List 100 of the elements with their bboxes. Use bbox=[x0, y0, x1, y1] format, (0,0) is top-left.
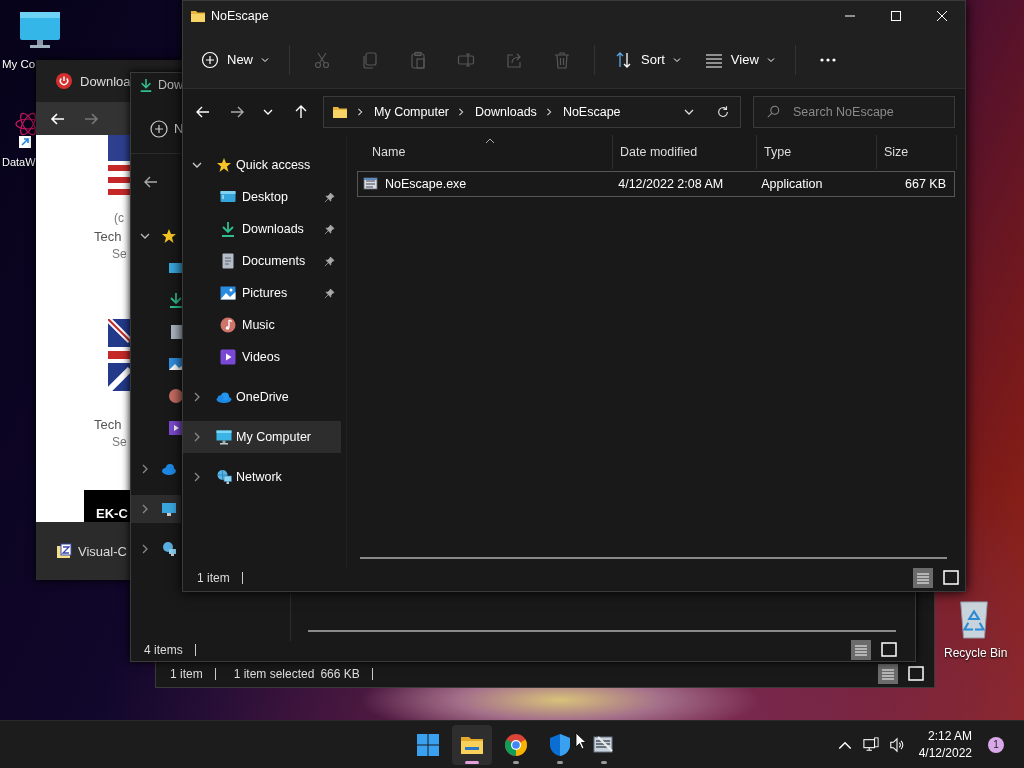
close-icon bbox=[937, 11, 947, 21]
chevron-down-icon[interactable] bbox=[263, 107, 273, 117]
pin-icon[interactable] bbox=[324, 287, 335, 299]
tiles-view-button[interactable] bbox=[941, 568, 961, 588]
sort-caret-icon bbox=[484, 138, 495, 144]
search-field[interactable]: Search NoEscape bbox=[753, 96, 955, 128]
status-text: 4 items bbox=[144, 643, 183, 657]
forward-icon[interactable] bbox=[229, 104, 245, 120]
picture-icon bbox=[220, 285, 236, 301]
chevron-down-icon[interactable] bbox=[192, 160, 202, 170]
table-cell: 667 KB bbox=[905, 177, 946, 191]
clock[interactable]: 2:12 AM 4/12/2022 bbox=[918, 727, 972, 762]
page-text: Se bbox=[112, 435, 127, 449]
column-header[interactable]: Name bbox=[357, 135, 613, 169]
desktop-icon bbox=[168, 260, 184, 276]
maximize-icon bbox=[891, 11, 901, 21]
pin-icon[interactable] bbox=[324, 223, 335, 235]
cloud-icon bbox=[161, 461, 177, 477]
status-text: 1 item bbox=[170, 667, 203, 681]
tree-item[interactable]: Videos bbox=[183, 341, 341, 373]
tree-item[interactable]: OneDrive bbox=[183, 381, 341, 413]
shield-icon bbox=[548, 732, 573, 757]
download-item[interactable]: Visual-C bbox=[78, 543, 127, 559]
window-title: Dow bbox=[158, 78, 183, 92]
tiles-view-button[interactable] bbox=[879, 640, 899, 660]
tree-item[interactable]: Pictures bbox=[183, 277, 341, 309]
chevron-down-icon[interactable] bbox=[684, 107, 694, 117]
chevron-down-icon[interactable] bbox=[140, 231, 150, 241]
network-icon[interactable] bbox=[862, 736, 879, 753]
explorer-taskbar-button[interactable] bbox=[452, 724, 493, 765]
view-button[interactable]: View bbox=[696, 41, 783, 78]
file-row[interactable]: NoEscape.exe 4/12/2022 2:08 AM Application 667 KB bbox=[357, 171, 955, 197]
tree-item[interactable]: My Computer bbox=[183, 421, 341, 453]
back-icon[interactable] bbox=[50, 110, 66, 127]
page-text: (c bbox=[114, 211, 124, 225]
chevron-right-icon[interactable] bbox=[192, 432, 202, 442]
column-header[interactable]: Date modified bbox=[613, 135, 757, 169]
download-icon bbox=[139, 78, 153, 92]
pin-icon[interactable] bbox=[324, 255, 335, 267]
breadcrumb[interactable]: NoEscape bbox=[562, 105, 621, 119]
page-heading: Tech bbox=[94, 229, 122, 244]
table-cell: Application bbox=[761, 177, 823, 191]
tree-item[interactable]: Documents bbox=[183, 245, 341, 277]
document-icon bbox=[220, 253, 236, 269]
status-text: 1 item selected bbox=[233, 667, 315, 681]
caret-icon bbox=[766, 55, 775, 64]
chevron-right-icon[interactable] bbox=[140, 544, 150, 554]
chevron-right-icon[interactable] bbox=[140, 504, 150, 514]
desktop-icon bbox=[220, 189, 236, 205]
plus-icon[interactable] bbox=[150, 120, 168, 138]
desktop-icon-label[interactable]: My Co bbox=[2, 58, 36, 70]
file-name: NoEscape.exe bbox=[385, 177, 467, 191]
video-icon bbox=[220, 349, 236, 365]
download-icon bbox=[168, 292, 184, 308]
new-button[interactable]: N bbox=[174, 121, 184, 136]
active-indicator bbox=[465, 760, 480, 764]
status-text: 666 KB bbox=[320, 667, 360, 681]
globe-icon bbox=[216, 469, 232, 485]
details-view-button[interactable] bbox=[851, 640, 871, 660]
monitor-icon bbox=[161, 501, 177, 517]
sort-button[interactable]: Sort bbox=[607, 41, 689, 78]
breadcrumb[interactable]: Downloads bbox=[475, 105, 537, 119]
tab-title[interactable]: Downloa bbox=[80, 73, 131, 89]
column-header[interactable]: Size bbox=[877, 135, 957, 169]
tree-item[interactable]: Downloads bbox=[183, 213, 341, 245]
details-view-button[interactable] bbox=[878, 664, 898, 684]
running-indicator bbox=[557, 760, 564, 764]
scrollbar[interactable] bbox=[360, 557, 947, 559]
new-button[interactable]: New bbox=[193, 41, 277, 78]
chevron-right-icon[interactable] bbox=[192, 392, 202, 402]
tree-item[interactable]: Music bbox=[183, 309, 341, 341]
notification-badge[interactable]: 1 bbox=[988, 736, 1004, 753]
monitor-icon[interactable] bbox=[18, 10, 62, 50]
breadcrumb[interactable]: My Computer bbox=[374, 105, 450, 119]
back-icon[interactable] bbox=[143, 174, 159, 190]
document-icon bbox=[168, 324, 184, 340]
details-view-button[interactable] bbox=[913, 568, 933, 588]
desktop-icon-label[interactable]: Recycle Bin bbox=[944, 646, 1008, 660]
up-arrow-icon[interactable] bbox=[293, 104, 309, 120]
browser-icon bbox=[504, 732, 529, 757]
tree-item[interactable]: Network bbox=[183, 461, 341, 493]
desktop-icon-label[interactable]: DataW bbox=[2, 156, 36, 168]
star-icon bbox=[216, 157, 232, 173]
chevron-right-icon bbox=[356, 108, 364, 116]
tiles-view-button[interactable] bbox=[906, 664, 926, 684]
column-header[interactable]: Type bbox=[757, 135, 877, 169]
caret-icon bbox=[672, 55, 681, 64]
refresh-icon[interactable] bbox=[716, 105, 730, 119]
chevron-right-icon[interactable] bbox=[192, 472, 202, 482]
address-bar[interactable]: My Computer Downloads NoEscape bbox=[323, 96, 741, 128]
caret-icon bbox=[261, 55, 269, 64]
star-icon bbox=[161, 228, 177, 244]
pin-icon[interactable] bbox=[324, 191, 335, 203]
tree-item[interactable]: Desktop bbox=[183, 181, 341, 213]
chevron-right-icon[interactable] bbox=[140, 464, 150, 474]
music-icon bbox=[168, 388, 184, 404]
scrollbar[interactable] bbox=[308, 630, 896, 632]
speaker-icon[interactable] bbox=[888, 736, 905, 753]
tree-item[interactable]: Quick access bbox=[183, 149, 341, 181]
back-icon[interactable] bbox=[195, 104, 211, 120]
